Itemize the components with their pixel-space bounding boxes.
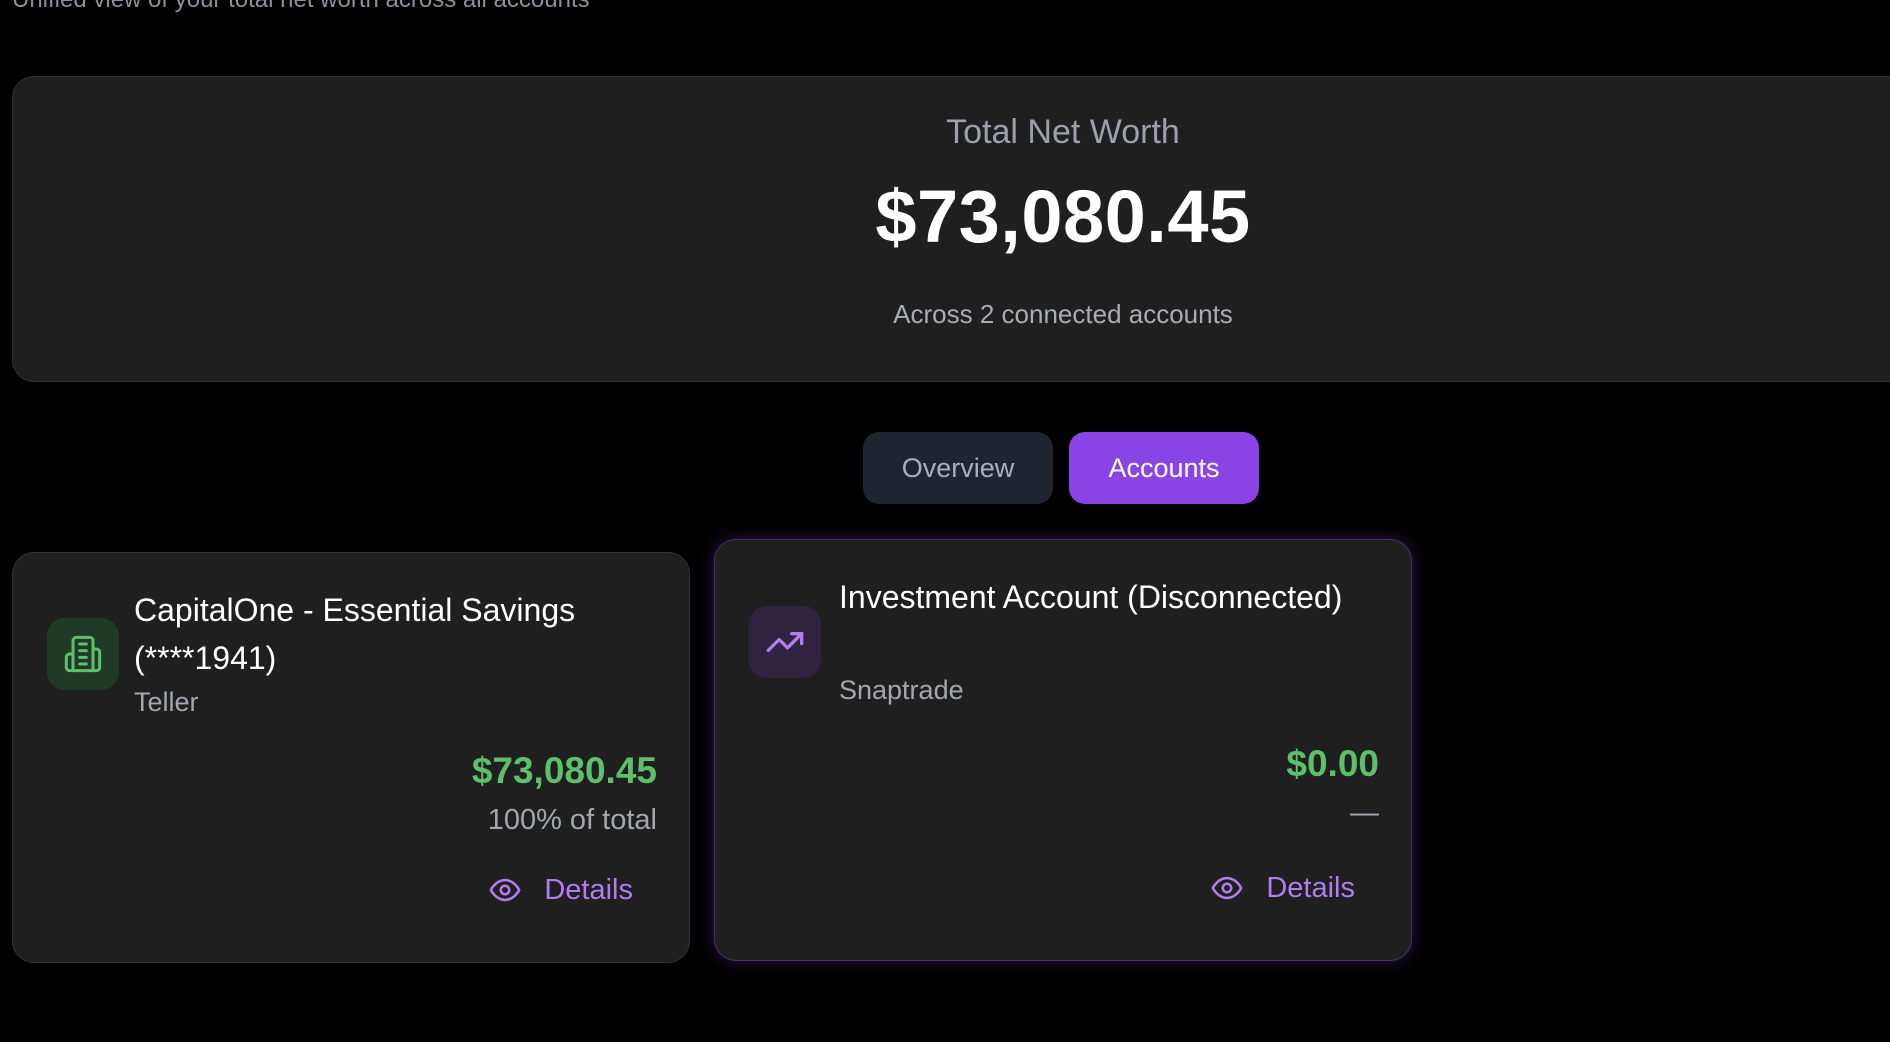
details-button[interactable]: Details — [488, 873, 633, 907]
view-tabs: Overview Accounts — [863, 432, 1259, 504]
account-card-capitalone[interactable]: CapitalOne - Essential Savings (****1941… — [12, 552, 690, 963]
page: Unified view of your total net worth acr… — [0, 0, 1890, 1042]
net-worth-label: Total Net Worth — [946, 113, 1180, 151]
eye-icon — [489, 878, 521, 902]
account-share-of-total: 100% of total — [487, 804, 657, 836]
account-provider: Teller — [134, 687, 199, 717]
trending-up-icon — [749, 606, 821, 678]
account-card-investment[interactable]: Investment Account (Disconnected) Snaptr… — [714, 539, 1412, 961]
account-balance: $73,080.45 — [471, 750, 657, 791]
page-subtitle: Unified view of your total net worth acr… — [12, 0, 590, 12]
account-name: CapitalOne - Essential Savings (****1941… — [134, 592, 576, 676]
details-button[interactable]: Details — [1210, 871, 1355, 905]
account-name: Investment Account (Disconnected) — [839, 579, 1343, 615]
tab-overview[interactable]: Overview — [863, 432, 1053, 504]
account-share-of-total: — — [1350, 797, 1379, 829]
details-label: Details — [1266, 871, 1355, 904]
eye-icon — [1211, 876, 1243, 900]
account-balance: $0.00 — [1286, 743, 1379, 784]
building-icon — [47, 618, 119, 690]
net-worth-summary-card: Total Net Worth $73,080.45 Across 2 conn… — [12, 76, 1890, 382]
connected-accounts-count: Across 2 connected accounts — [893, 299, 1233, 329]
details-label: Details — [544, 873, 633, 906]
tab-accounts[interactable]: Accounts — [1069, 432, 1259, 504]
account-provider: Snaptrade — [839, 675, 964, 705]
net-worth-value: $73,080.45 — [875, 175, 1251, 258]
